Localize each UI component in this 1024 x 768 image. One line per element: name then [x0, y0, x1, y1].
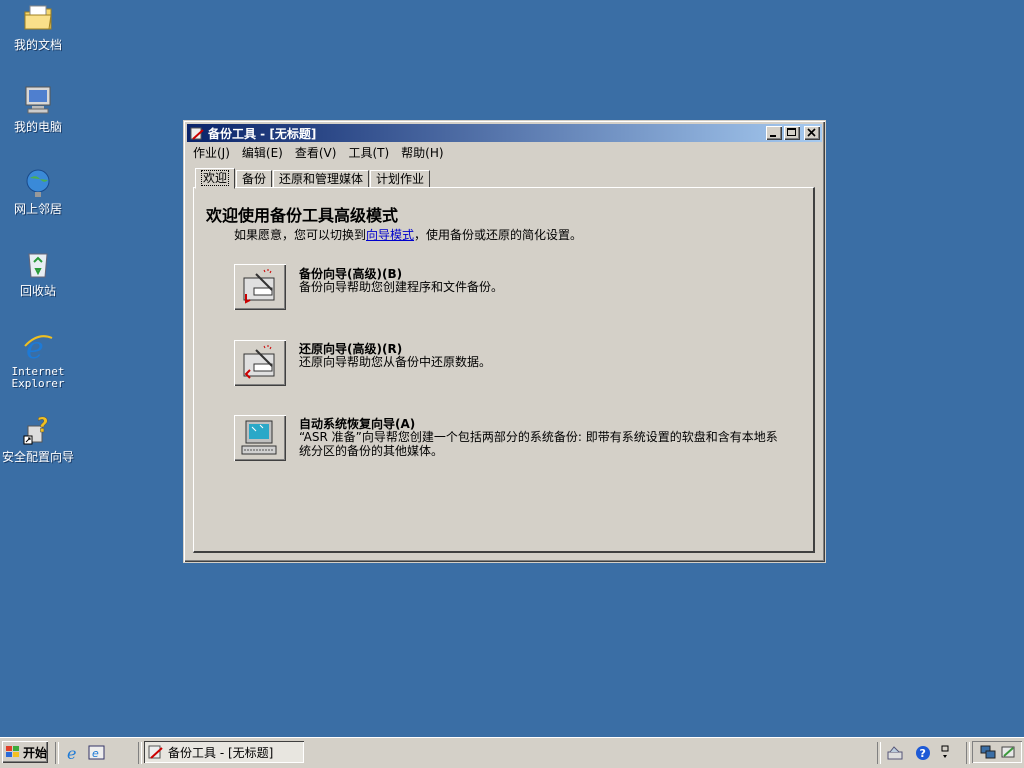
asr-wizard-desc: “ASR 准备”向导帮您创建一个包括两部分的系统备份: 即带有系统设置的软盘和含… — [299, 430, 778, 458]
taskbar-separator — [966, 742, 970, 764]
asr-wizard-icon — [241, 420, 277, 455]
start-label: 开始 — [23, 745, 48, 760]
desktop-icon-security-wizard[interactable]: ? 安全配置向导 — [0, 413, 76, 464]
svg-text:e: e — [92, 747, 99, 760]
desktop-icon-recycle-bin[interactable]: 回收站 — [0, 248, 76, 298]
menu-view[interactable]: 查看(V) — [289, 144, 343, 161]
svg-text:e: e — [67, 744, 76, 762]
intro-before: 如果愿意，您可以切换到 — [234, 228, 367, 242]
taskbar: 开始 e e 备份工具 - [无标题] ? — [0, 737, 1024, 768]
close-button[interactable] — [804, 126, 820, 140]
intro-after: ，使用备份或还原的简化设置。 — [414, 228, 583, 242]
restore-wizard-button[interactable] — [234, 340, 286, 386]
wizard-mode-link[interactable]: 向导模式 — [366, 228, 414, 242]
minimize-button[interactable] — [766, 126, 782, 140]
taskbar-separator — [138, 742, 142, 764]
security-wizard-icon: ? — [22, 413, 54, 446]
desktop-icon-label: 安全配置向导 — [1, 450, 74, 464]
backup-window: 备份工具 - [无标题] 作业(J) 编辑(E) 查看(V) 工具(T) 帮助(… — [183, 120, 826, 563]
language-bar-icon[interactable] — [886, 744, 904, 762]
recycle-bin-icon — [22, 248, 54, 280]
welcome-panel: 欢迎使用备份工具高级模式 如果愿意，您可以切换到向导模式，使用备份或还原的简化设… — [193, 187, 815, 553]
computer-icon — [22, 84, 54, 116]
desktop-icon-internet-explorer[interactable]: e Internet Explorer — [0, 330, 76, 390]
tab-welcome[interactable]: 欢迎 — [195, 168, 236, 189]
network-icon — [22, 166, 54, 198]
backup-wizard-desc: 备份向导帮助您创建程序和文件备份。 — [299, 280, 504, 294]
svg-text:?: ? — [920, 747, 926, 760]
restore-wizard-icon — [243, 345, 275, 379]
desktop-icon-label: 回收站 — [19, 284, 56, 298]
desktop-icon-label: 我的电脑 — [13, 120, 62, 134]
desktop-icon-my-documents[interactable]: 我的文档 — [0, 2, 76, 52]
maximize-icon — [787, 128, 796, 136]
desktop-icon-label: 网上邻居 — [13, 202, 62, 216]
close-icon — [807, 128, 816, 137]
backup-wizard-icon — [243, 269, 275, 304]
restore-wizard-desc: 还原向导帮助您从备份中还原数据。 — [299, 355, 492, 369]
desktop-icon-label: 我的文档 — [13, 38, 62, 52]
system-tray — [972, 741, 1022, 763]
tab-label: 欢迎 — [201, 170, 230, 186]
asr-wizard-button[interactable] — [234, 415, 286, 461]
tab-strip: 欢迎 备份 还原和管理媒体 计划作业 — [195, 168, 431, 189]
tab-schedule-jobs[interactable]: 计划作业 — [370, 170, 431, 188]
taskbar-item-label: 备份工具 - [无标题] — [168, 745, 274, 760]
backup-app-icon — [148, 744, 164, 760]
help-icon[interactable]: ? — [914, 744, 932, 762]
restore-panel-icon[interactable] — [938, 744, 956, 762]
window-title: 备份工具 - [无标题] — [208, 126, 317, 141]
start-button[interactable]: 开始 — [2, 741, 48, 763]
quick-launch-desktop-icon[interactable]: e — [88, 744, 106, 762]
svg-text:?: ? — [37, 414, 49, 437]
tab-restore-manage-media[interactable]: 还原和管理媒体 — [273, 170, 370, 188]
title-bar[interactable]: 备份工具 - [无标题] — [187, 124, 822, 142]
quick-launch-ie-icon[interactable]: e — [65, 744, 83, 763]
desktop-icon-my-computer[interactable]: 我的电脑 — [0, 84, 76, 134]
taskbar-separator — [877, 742, 881, 764]
desktop-icon-network[interactable]: 网上邻居 — [0, 166, 76, 216]
intro-text: 如果愿意，您可以切换到向导模式，使用备份或还原的简化设置。 — [234, 226, 582, 243]
menu-edit[interactable]: 编辑(E) — [236, 144, 289, 161]
welcome-heading: 欢迎使用备份工具高级模式 — [206, 206, 399, 225]
minimize-icon — [770, 135, 776, 137]
menu-help[interactable]: 帮助(H) — [395, 144, 449, 161]
backup-tray-icon[interactable] — [1000, 744, 1016, 763]
menu-bar: 作业(J) 编辑(E) 查看(V) 工具(T) 帮助(H) — [187, 143, 822, 162]
maximize-button[interactable] — [784, 126, 800, 140]
menu-job[interactable]: 作业(J) — [187, 144, 236, 161]
windows-flag-icon — [6, 746, 20, 758]
menu-tools[interactable]: 工具(T) — [342, 144, 395, 161]
taskbar-separator — [55, 742, 59, 764]
taskbar-item-backup[interactable]: 备份工具 - [无标题] — [144, 741, 304, 763]
folder-icon — [22, 2, 54, 34]
network-status-icon[interactable] — [980, 744, 996, 763]
backup-app-icon — [190, 126, 204, 140]
tab-backup[interactable]: 备份 — [236, 170, 273, 188]
ie-icon: e — [22, 330, 54, 366]
desktop-icon-label: Internet Explorer — [11, 365, 65, 390]
backup-wizard-button[interactable] — [234, 264, 286, 310]
